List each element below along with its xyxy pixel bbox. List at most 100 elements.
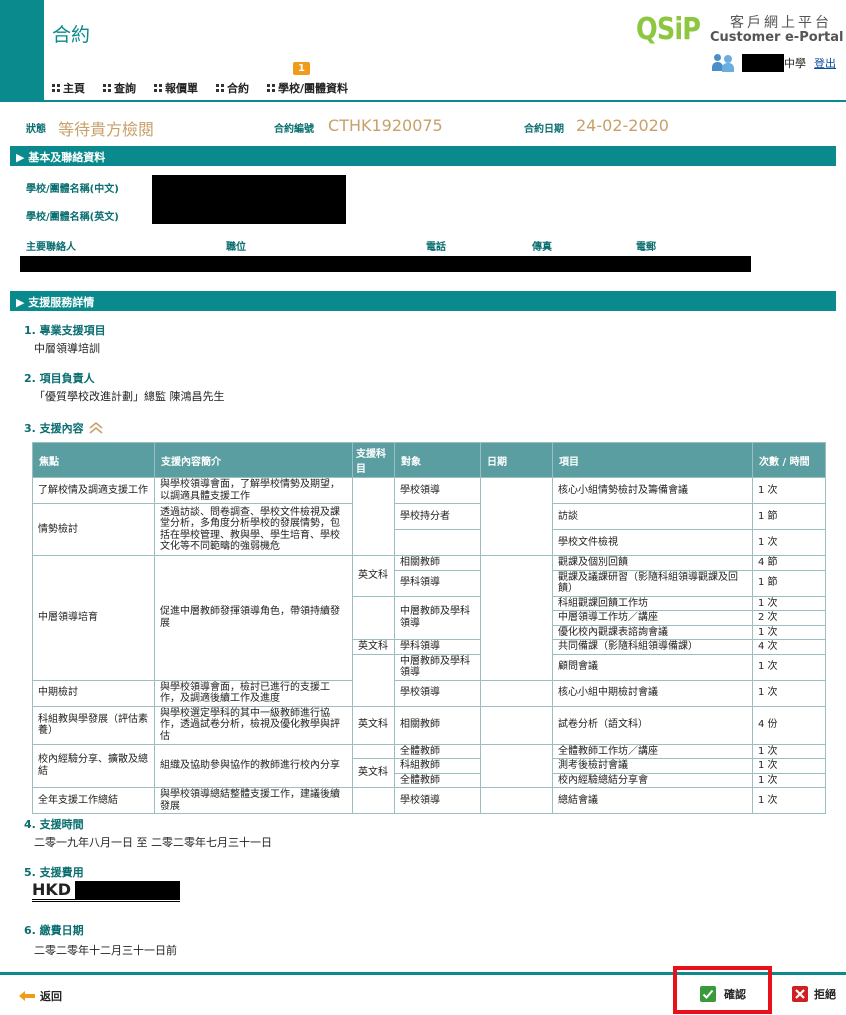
qsip-logo: QSiP xyxy=(636,12,701,47)
cell-target: 學校領導 xyxy=(394,787,481,814)
cell-item: 總結會議 xyxy=(552,787,753,814)
cell-item: 顧問會議 xyxy=(552,653,753,681)
table-header: 次數 / 時間 xyxy=(752,442,826,478)
cell-focus: 情勢檢討 xyxy=(32,503,155,556)
table-row: 校內經驗分享、擴散及總結 組織及協助參與協作的教師進行校內分享 全體教師 全體教… xyxy=(32,743,826,788)
cell-intro: 與學校領導會面，檢討已進行的支援工作，及調適後續工作及進度 xyxy=(154,679,353,707)
item5-title: 5. 支援費用 xyxy=(24,866,84,879)
notification-badge: 1 xyxy=(293,62,310,75)
cell-target: 學校領導 xyxy=(394,477,481,504)
fax-label: 傳真 xyxy=(532,242,552,253)
cell-focus: 中層領導培育 xyxy=(32,555,155,681)
item4-value: 二零一九年八月一日 至 二零二零年七月三十一日 xyxy=(34,836,272,849)
cell-focus: 中期檢討 xyxy=(32,679,155,707)
grid-icon xyxy=(216,84,224,92)
nav-school-info[interactable]: 學校/團體資料 xyxy=(267,80,348,96)
cell-focus: 科組教與學發展（評估素養） xyxy=(32,705,155,745)
table-header-row: 焦點 支援內容簡介 支援科目 對象 日期 項目 次數 / 時間 xyxy=(32,442,826,478)
cell-intro: 組織及協助參與協作的教師進行校內分享 xyxy=(154,743,353,788)
arrow-left-icon xyxy=(19,991,35,1001)
cell-subject: 英文科 xyxy=(352,555,395,597)
cell-date xyxy=(480,743,553,788)
close-icon xyxy=(792,986,808,1002)
portal-title-cn: 客戶網上平台 xyxy=(730,15,832,31)
grid-icon xyxy=(52,84,60,92)
item6-value: 二零二零年十二月三十一日前 xyxy=(34,944,177,957)
cell-count: 4 份 xyxy=(752,705,826,745)
cell-date xyxy=(480,555,553,681)
item2-value: 「優質學校改進計劃」總監 陳鴻昌先生 xyxy=(34,390,225,403)
cell-item: 優化校內觀課表諮詢會議 xyxy=(552,624,753,640)
cell-intro: 與學校領導會面，了解學校情勢及期望，以調適具體支援工作 xyxy=(154,477,353,504)
cell-target: 中層教師及學科領導 xyxy=(394,595,481,640)
cell-target: 學校持分者 xyxy=(394,503,481,530)
back-button[interactable]: 返回 xyxy=(18,988,62,1004)
nav-inquiry[interactable]: 查詢 xyxy=(103,80,136,96)
fee-currency: HKD xyxy=(32,880,72,899)
table-header: 項目 xyxy=(552,442,753,478)
nav-quotation[interactable]: 報價單 xyxy=(154,80,198,96)
cell-count: 1 次 xyxy=(752,529,826,556)
nav-home[interactable]: 主頁 xyxy=(52,80,85,96)
cell-count: 1 次 xyxy=(752,772,826,788)
grid-icon xyxy=(267,84,275,92)
nav-label: 主頁 xyxy=(63,82,85,95)
status-label: 狀態 xyxy=(26,124,46,135)
school-en-label: 學校/團體名稱(英文) xyxy=(26,212,119,223)
redacted-contact-row xyxy=(20,256,751,272)
cell-target: 相關教師 xyxy=(394,705,481,745)
cell-intro: 與學校領導總結整體支援工作，建議後續發展 xyxy=(154,787,353,814)
school-cn-label: 學校/團體名稱(中文) xyxy=(26,184,119,195)
cell-focus: 校內經驗分享、擴散及總結 xyxy=(32,743,155,788)
cell-item: 共同備課（影隨科組領導備課） xyxy=(552,639,753,655)
cell-item: 科組觀課回饋工作坊 xyxy=(552,595,753,611)
cell-item: 核心小組情勢檢討及籌備會議 xyxy=(552,477,753,504)
support-content-table: 焦點 支援內容簡介 支援科目 對象 日期 項目 次數 / 時間 了解校情及調適支… xyxy=(32,442,826,814)
item3-title: 3. 支援內容 xyxy=(24,420,104,436)
table-row: 科組教與學發展（評估素養） 與學校選定學科的其中一級教師進行協作，透過試卷分析，… xyxy=(32,705,826,745)
user-info: 中學 登出 xyxy=(712,54,836,72)
phone-label: 電話 xyxy=(426,242,446,253)
cell-count: 1 次 xyxy=(752,787,826,814)
back-label: 返回 xyxy=(40,990,62,1003)
cell-intro: 透過訪談、問卷調查、學校文件檢視及課堂分析，多角度分析學校的發展情勢，包括在學校… xyxy=(154,503,353,556)
contract-no-value: CTHK1920075 xyxy=(328,116,443,135)
collapse-icon[interactable] xyxy=(88,421,104,435)
cell-subject xyxy=(352,653,395,707)
item3-title-text: 3. 支援內容 xyxy=(24,422,84,435)
cell-subject xyxy=(352,787,395,814)
table-row: 中期檢討 與學校領導會面，檢討已進行的支援工作，及調適後續工作及進度 學校領導 … xyxy=(32,679,826,707)
table-header: 日期 xyxy=(480,442,553,478)
item2-title: 2. 項目負責人 xyxy=(24,372,95,385)
user-school: 中學 xyxy=(784,57,806,70)
nav-label: 學校/團體資料 xyxy=(278,82,349,95)
position-label: 職位 xyxy=(226,242,246,253)
item1-value: 中層領導培訓 xyxy=(34,342,100,355)
header-divider xyxy=(0,100,846,102)
cell-item: 校內經驗總結分享會 xyxy=(552,772,753,788)
nav-contract[interactable]: 合約 xyxy=(216,80,249,96)
table-header: 支援內容簡介 xyxy=(154,442,353,478)
table-row: 了解校情及調適支援工作 與學校領導會面，了解學校情勢及期望，以調適具體支援工作 … xyxy=(32,477,826,556)
cell-item: 試卷分析（語文科） xyxy=(552,705,753,745)
cell-count: 1 次 xyxy=(752,624,826,640)
cell-count: 1 次 xyxy=(752,653,826,681)
cell-subject xyxy=(352,595,395,640)
cell-target: 中層教師及學科領導 xyxy=(394,653,481,681)
cell-count: 1 次 xyxy=(752,679,826,707)
cell-target: 全體教師 xyxy=(394,772,481,788)
section-basic-info[interactable]: ▶ 基本及聯絡資料 xyxy=(10,146,836,166)
item6-title: 6. 繳費日期 xyxy=(24,924,84,937)
section-support-details[interactable]: ▶ 支援服務詳情 xyxy=(10,291,836,311)
reject-button[interactable]: 拒絕 xyxy=(792,986,836,1002)
cell-count: 1 次 xyxy=(752,743,826,759)
nav-label: 報價單 xyxy=(165,82,198,95)
cell-subject xyxy=(352,743,395,759)
header-accent-bar xyxy=(0,0,44,100)
logout-link[interactable]: 登出 xyxy=(814,55,836,71)
cell-target: 學科領導 xyxy=(394,639,481,655)
cell-item: 核心小組中期檢討會議 xyxy=(552,679,753,707)
cell-item: 全體教師工作坊／講座 xyxy=(552,743,753,759)
table-row: 情勢檢討 透過訪談、問卷調查、學校文件檢視及課堂分析，多角度分析學校的發展情勢，… xyxy=(32,503,826,556)
cell-focus: 了解校情及調適支援工作 xyxy=(32,477,155,504)
